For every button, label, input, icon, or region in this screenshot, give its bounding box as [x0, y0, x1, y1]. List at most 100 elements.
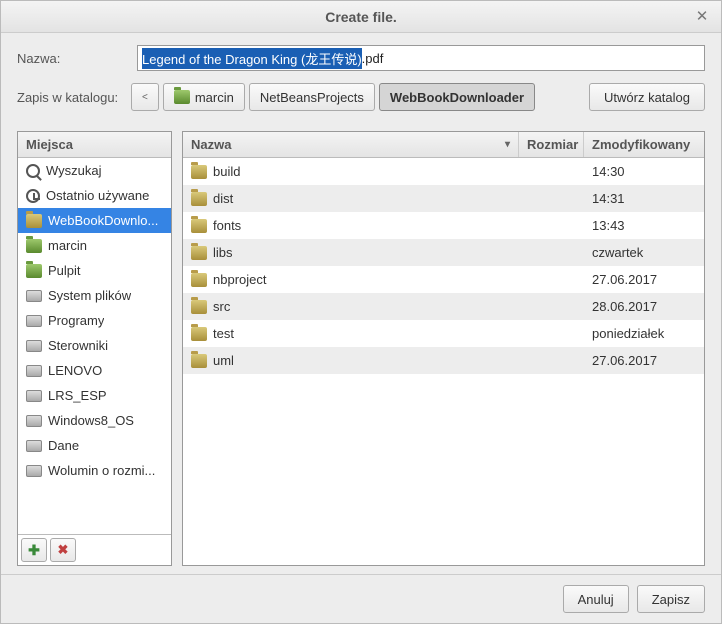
sidebar-item[interactable]: Wyszukaj: [18, 158, 171, 183]
sidebar-item[interactable]: Dane: [18, 433, 171, 458]
file-name-label: uml: [213, 353, 234, 368]
sidebar-item[interactable]: Sterowniki: [18, 333, 171, 358]
sidebar-header: Miejsca: [18, 132, 171, 158]
sidebar-item[interactable]: System plików: [18, 283, 171, 308]
back-button[interactable]: <: [131, 83, 159, 111]
folder-icon: [191, 192, 207, 206]
drive-icon: [26, 290, 42, 302]
file-name-cell: test: [183, 326, 519, 341]
file-row[interactable]: fonts13:43: [183, 212, 704, 239]
sidebar-item[interactable]: Programy: [18, 308, 171, 333]
file-modified-cell: 14:31: [584, 191, 704, 206]
file-name-cell: fonts: [183, 218, 519, 233]
column-name-header[interactable]: Nazwa▾: [183, 132, 519, 157]
file-row[interactable]: src 28.06.2017: [183, 293, 704, 320]
file-modified-cell: 27.06.2017: [584, 272, 704, 287]
folder-icon: [191, 300, 207, 314]
drive-icon: [26, 315, 42, 327]
save-button[interactable]: Zapisz: [637, 585, 705, 613]
sidebar-list[interactable]: Wyszukaj Ostatnio używane WebBookDownlo...…: [18, 158, 171, 534]
file-name-cell: libs: [183, 245, 519, 260]
sidebar-item[interactable]: LRS_ESP: [18, 383, 171, 408]
breadcrumb-segment[interactable]: marcin: [163, 83, 245, 111]
filename-input[interactable]: Legend of the Dragon King (龙王传说).pdf: [137, 45, 705, 71]
sidebar-item[interactable]: LENOVO: [18, 358, 171, 383]
content-area: Nazwa: Legend of the Dragon King (龙王传说).…: [1, 33, 721, 574]
add-bookmark-button[interactable]: ✚: [21, 538, 47, 562]
file-name-cell: nbproject: [183, 272, 519, 287]
file-name-cell: dist: [183, 191, 519, 206]
sidebar-item-label: Sterowniki: [48, 338, 108, 353]
breadcrumb-label: NetBeansProjects: [260, 90, 364, 105]
sidebar-item-label: WebBookDownlo...: [48, 213, 158, 228]
file-name-label: libs: [213, 245, 233, 260]
breadcrumb-label: WebBookDownloader: [390, 90, 524, 105]
file-name-cell: src: [183, 299, 519, 314]
breadcrumb-segment[interactable]: NetBeansProjects: [249, 83, 375, 111]
dialog-footer: Anuluj Zapisz: [1, 574, 721, 623]
sidebar-item-label: System plików: [48, 288, 131, 303]
sidebar-item[interactable]: Windows8_OS: [18, 408, 171, 433]
sidebar-item-label: Wyszukaj: [46, 163, 102, 178]
filename-selected-text: Legend of the Dragon King (龙王传说): [142, 48, 362, 69]
file-name-cell: build: [183, 164, 519, 179]
file-row[interactable]: testponiedziałek: [183, 320, 704, 347]
drive-icon: [26, 365, 42, 377]
file-row[interactable]: libs czwartek: [183, 239, 704, 266]
file-modified-cell: 28.06.2017: [584, 299, 704, 314]
file-row[interactable]: dist 14:31: [183, 185, 704, 212]
sidebar-item-label: Dane: [48, 438, 79, 453]
sidebar-item-label: Programy: [48, 313, 104, 328]
file-name-cell: uml: [183, 353, 519, 368]
close-icon[interactable]: ✕: [693, 7, 711, 25]
folder-icon: [26, 239, 42, 253]
drive-icon: [26, 390, 42, 402]
file-list[interactable]: build 14:30 dist 14:31 fonts13:43 libs czwarte…: [183, 158, 704, 565]
sort-arrow-icon: ▾: [505, 139, 510, 150]
dialog-title: Create file.: [325, 9, 397, 25]
search-icon: [26, 164, 40, 178]
file-name-label: test: [213, 326, 234, 341]
drive-icon: [26, 440, 42, 452]
drive-icon: [26, 340, 42, 352]
file-name-label: fonts: [213, 218, 241, 233]
sidebar-item-label: Windows8_OS: [48, 413, 134, 428]
breadcrumb-bar: marcin NetBeansProjects WebBookDownloader: [163, 83, 535, 111]
sidebar-item[interactable]: Wolumin o rozmi...: [18, 458, 171, 483]
file-row[interactable]: build 14:30: [183, 158, 704, 185]
sidebar-item[interactable]: WebBookDownlo...: [18, 208, 171, 233]
folder-icon: [191, 327, 207, 341]
file-modified-cell: czwartek: [584, 245, 704, 260]
create-folder-button[interactable]: Utwórz katalog: [589, 83, 705, 111]
breadcrumb-segment[interactable]: WebBookDownloader: [379, 83, 535, 111]
filename-row: Nazwa: Legend of the Dragon King (龙王传说).…: [17, 45, 705, 71]
folder-icon: [191, 354, 207, 368]
file-modified-cell: 14:30: [584, 164, 704, 179]
cancel-button[interactable]: Anuluj: [563, 585, 629, 613]
places-sidebar: Miejsca Wyszukaj Ostatnio używane WebBookD…: [17, 131, 172, 566]
column-size-header[interactable]: Rozmiar: [519, 132, 584, 157]
column-modified-header[interactable]: Zmodyfikowany: [584, 132, 704, 157]
folder-icon: [191, 273, 207, 287]
file-name-label: dist: [213, 191, 233, 206]
sidebar-footer: ✚ ✖: [18, 534, 171, 565]
file-name-label: build: [213, 164, 240, 179]
folder-icon: [191, 246, 207, 260]
remove-bookmark-button[interactable]: ✖: [50, 538, 76, 562]
body-split: Miejsca Wyszukaj Ostatnio używane WebBookD…: [17, 131, 705, 566]
folder-icon: [26, 264, 42, 278]
name-label: Nazwa:: [17, 51, 127, 66]
sidebar-item[interactable]: marcin: [18, 233, 171, 258]
dialog-window: Create file. ✕ Nazwa: Legend of the Drag…: [0, 0, 722, 624]
file-row[interactable]: nbproject 27.06.2017: [183, 266, 704, 293]
sidebar-item[interactable]: Ostatnio używane: [18, 183, 171, 208]
sidebar-item-label: LENOVO: [48, 363, 102, 378]
file-name-label: src: [213, 299, 230, 314]
folder-icon: [26, 214, 42, 228]
folder-icon: [191, 165, 207, 179]
sidebar-item[interactable]: Pulpit: [18, 258, 171, 283]
filename-extension: .pdf: [362, 51, 384, 66]
titlebar: Create file. ✕: [1, 1, 721, 33]
file-row[interactable]: uml27.06.2017: [183, 347, 704, 374]
path-label: Zapis w katalogu:: [17, 90, 127, 105]
